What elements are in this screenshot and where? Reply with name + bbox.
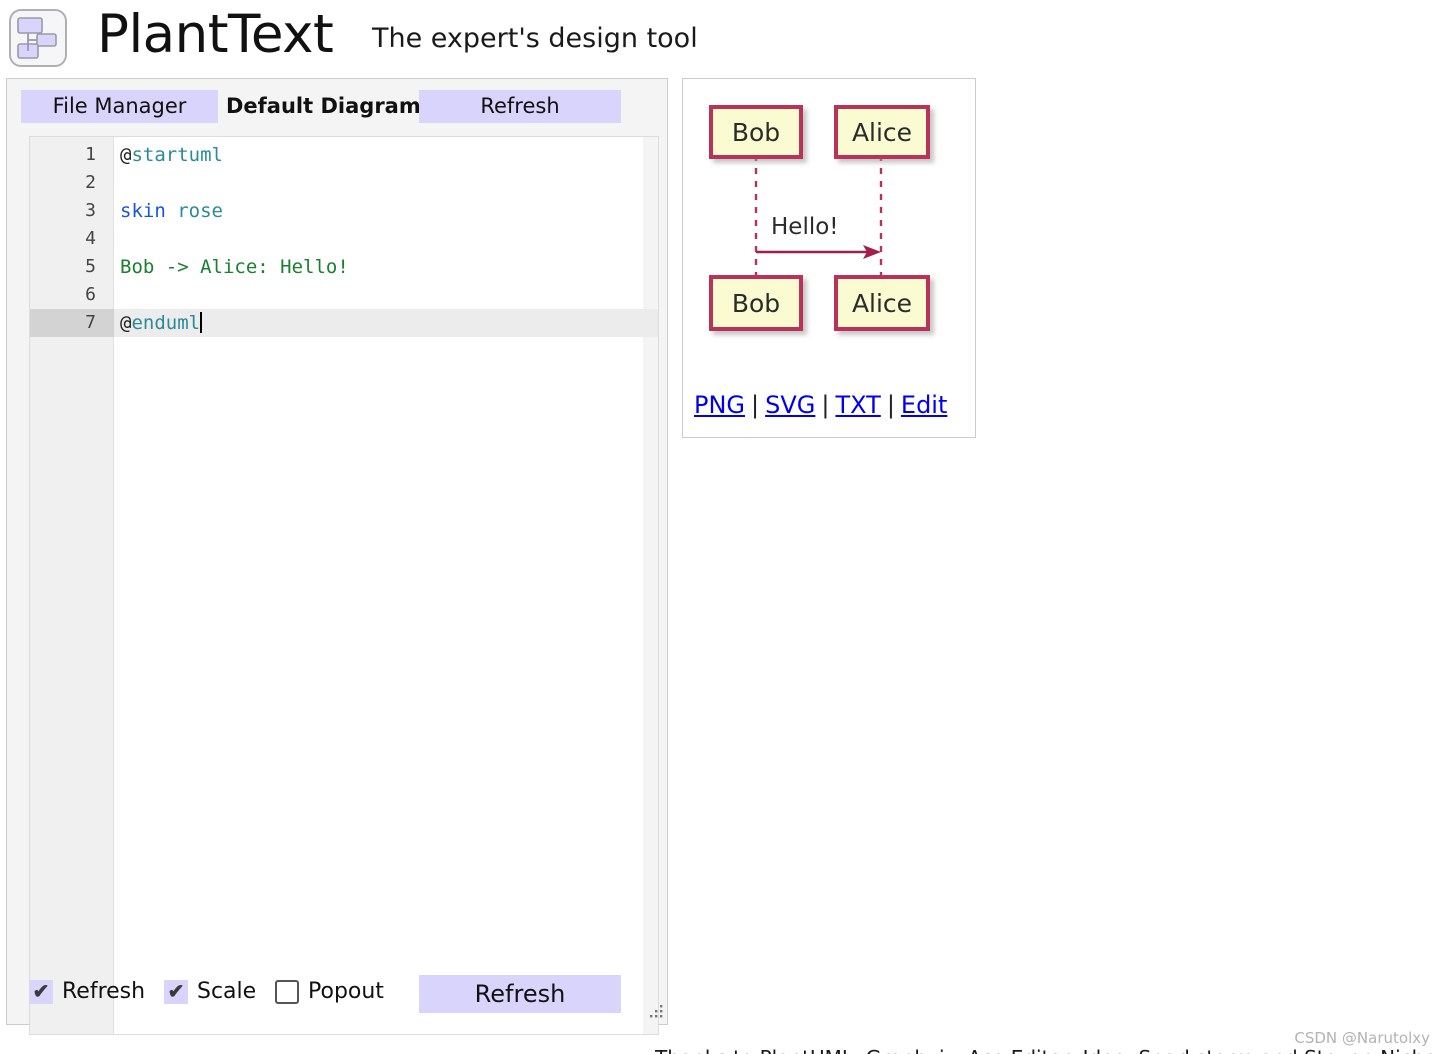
line-content: skin rose — [120, 200, 223, 222]
line-content: @enduml — [120, 312, 203, 334]
code-line[interactable]: 4 — [30, 225, 658, 253]
tab-file-manager[interactable]: File Manager — [21, 90, 218, 123]
checkbox-popout[interactable]: Popout — [275, 979, 384, 1004]
line-content: @startuml — [120, 144, 223, 166]
brand-tagline: The expert's design tool — [372, 23, 698, 54]
export-links: PNG | SVG | TXT | Edit — [694, 391, 947, 419]
check-icon: ✔ — [32, 980, 50, 1003]
tab-refresh[interactable]: Refresh — [419, 90, 621, 123]
page-root: PlantText The expert's design tool File … — [0, 0, 1438, 1054]
link-txt[interactable]: TXT — [835, 391, 880, 419]
refresh-button[interactable]: Refresh — [419, 975, 621, 1013]
link-separator: | — [886, 391, 895, 419]
checkbox-popout-label: Popout — [308, 979, 384, 1004]
code-line[interactable]: 5 Bob -> Alice: Hello! — [30, 253, 658, 281]
tab-default-diagram[interactable]: Default Diagram — [226, 90, 421, 123]
link-edit[interactable]: Edit — [901, 391, 947, 419]
brand-title: PlantText — [97, 4, 334, 65]
code-editor[interactable]: 1 @startuml 2 3 skin rose 4 5 Bob -> Ali… — [29, 136, 659, 1035]
svg-text:Bob: Bob — [732, 289, 780, 318]
text-caret — [200, 312, 203, 333]
check-icon: ✔ — [167, 980, 185, 1003]
code-lines: 1 @startuml 2 3 skin rose 4 5 Bob -> Ali… — [30, 141, 658, 337]
checkbox-refresh[interactable]: ✔ Refresh — [29, 979, 145, 1004]
code-line[interactable]: 6 — [30, 281, 658, 309]
checkbox-scale-box[interactable]: ✔ — [164, 979, 188, 1004]
diagram-preview-panel: Bob Alice Hello! Bob Alice PNG | SVG | TXT | E… — [682, 78, 976, 438]
line-content: Bob -> Alice: Hello! — [120, 256, 349, 278]
line-number: 5 — [85, 256, 96, 277]
checkbox-scale-label: Scale — [197, 979, 257, 1004]
checkbox-refresh-label: Refresh — [62, 979, 146, 1004]
code-line[interactable]: 1 @startuml — [30, 141, 658, 169]
line-number: 1 — [85, 144, 96, 165]
line-number: 6 — [85, 284, 96, 305]
code-line[interactable]: 3 skin rose — [30, 197, 658, 225]
link-png[interactable]: PNG — [694, 391, 745, 419]
resize-grip-icon[interactable] — [646, 1003, 664, 1021]
link-separator: | — [821, 391, 830, 419]
svg-text:Alice: Alice — [852, 118, 912, 147]
editor-panel: File Manager Default Diagram Refresh 1 @… — [6, 78, 668, 1035]
line-number: 3 — [85, 200, 96, 221]
checkbox-popout-box[interactable] — [275, 979, 299, 1004]
link-separator: | — [751, 391, 760, 419]
checkbox-scale[interactable]: ✔ Scale — [164, 979, 256, 1004]
line-number: 2 — [85, 172, 96, 193]
svg-text:Alice: Alice — [852, 289, 912, 318]
link-svg[interactable]: SVG — [765, 391, 815, 419]
sequence-diagram-image: Bob Alice Hello! Bob Alice — [691, 87, 967, 388]
checkbox-refresh-box[interactable]: ✔ — [29, 979, 53, 1004]
svg-text:Bob: Bob — [732, 118, 780, 147]
editor-tabbar: File Manager Default Diagram Refresh — [7, 79, 667, 129]
code-line[interactable]: 2 — [30, 169, 658, 197]
page-footer-text: Thanks to PlantUML, Graphviz, Ace Editor… — [655, 1045, 1435, 1054]
editor-controls: ✔ Refresh ✔ Scale Popout Refresh — [7, 964, 667, 1024]
code-line-active[interactable]: 7 @enduml — [30, 309, 658, 337]
line-number: 7 — [30, 309, 114, 337]
app-header: PlantText The expert's design tool — [0, 0, 1438, 72]
line-number: 4 — [85, 228, 96, 249]
svg-text:Hello!: Hello! — [771, 214, 839, 240]
planttext-logo-icon — [9, 9, 67, 67]
